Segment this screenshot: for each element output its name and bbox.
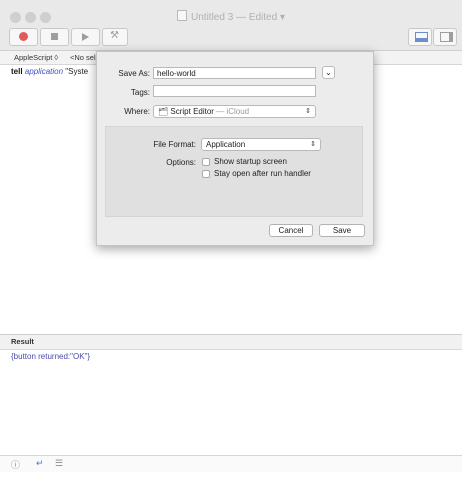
save-as-value: hello-world — [157, 69, 196, 78]
chevron-down-icon: ⌄ — [325, 68, 332, 77]
window-title[interactable]: Untitled 3 — Edited ▾ — [0, 10, 462, 23]
save-sheet: Save As: hello-world ⌄ Tags: Where: 🗂 Sc… — [96, 51, 374, 246]
result-header-label: Result — [11, 337, 34, 346]
tags-field[interactable] — [153, 85, 316, 97]
compile-button[interactable]: ⚒ — [102, 28, 128, 46]
side-panel-icon — [440, 32, 453, 42]
file-format-value: Application — [206, 140, 246, 149]
document-icon — [177, 10, 188, 21]
where-value: Script Editor — [170, 107, 214, 116]
where-popup[interactable]: 🗂 Script Editor — iCloud ⇕ — [153, 105, 316, 118]
cancel-button[interactable]: Cancel — [269, 224, 313, 237]
list-icon[interactable]: ☰ — [55, 458, 63, 469]
info-icon[interactable]: ⓘ — [11, 458, 20, 471]
stay-open-label: Stay open after run handler — [214, 169, 311, 178]
result-text[interactable]: {button returned:"OK"} — [11, 352, 90, 361]
save-as-field[interactable]: hello-world — [153, 67, 316, 79]
save-button[interactable]: Save — [319, 224, 365, 237]
window-title-text: Untitled 3 — [191, 12, 234, 23]
bottom-toolbar: ⓘ ↵ ☰ — [0, 455, 462, 472]
save-as-label: Save As: — [118, 69, 150, 78]
tags-label: Tags: — [130, 88, 150, 97]
show-inspector-button[interactable] — [433, 28, 457, 46]
folder-icon: 🗂 — [158, 107, 169, 116]
show-startup-screen-checkbox[interactable] — [202, 158, 210, 166]
where-location: — iCloud — [216, 107, 250, 116]
file-format-popup[interactable]: Application ⇕ — [201, 138, 321, 151]
show-startup-screen-label: Show startup screen — [214, 157, 287, 166]
expand-save-panel-button[interactable]: ⌄ — [322, 66, 335, 79]
stop-icon — [51, 33, 58, 40]
where-label: Where: — [124, 107, 150, 116]
code-string: "Syste — [65, 67, 89, 76]
record-button[interactable] — [9, 28, 38, 46]
show-log-button[interactable] — [408, 28, 432, 46]
record-icon — [19, 32, 28, 41]
language-selector[interactable]: AppleScript ◊ — [14, 53, 58, 62]
code-class: application — [24, 67, 64, 76]
script-editor-text[interactable]: tell application "Syste — [11, 67, 88, 76]
popup-arrows-icon: ⇕ — [310, 141, 316, 148]
edited-indicator: — Edited ▾ — [236, 12, 285, 23]
run-button[interactable] — [71, 28, 100, 46]
result-header: Result — [0, 334, 462, 350]
window-titlebar: Untitled 3 — Edited ▾ ⚒ — [0, 0, 462, 51]
reply-icon[interactable]: ↵ — [36, 458, 44, 469]
options-panel: File Format: Application ⇕ Options: Show… — [105, 126, 363, 217]
bottom-panel-icon — [415, 32, 428, 42]
stay-open-checkbox[interactable] — [202, 170, 210, 178]
popup-arrows-icon: ⇕ — [305, 108, 311, 115]
hammer-icon: ⚒ — [110, 30, 119, 41]
code-keyword: tell — [11, 67, 23, 76]
stop-button[interactable] — [40, 28, 69, 46]
run-icon — [82, 33, 89, 41]
options-label: Options: — [166, 158, 196, 167]
file-format-label: File Format: — [153, 140, 196, 149]
